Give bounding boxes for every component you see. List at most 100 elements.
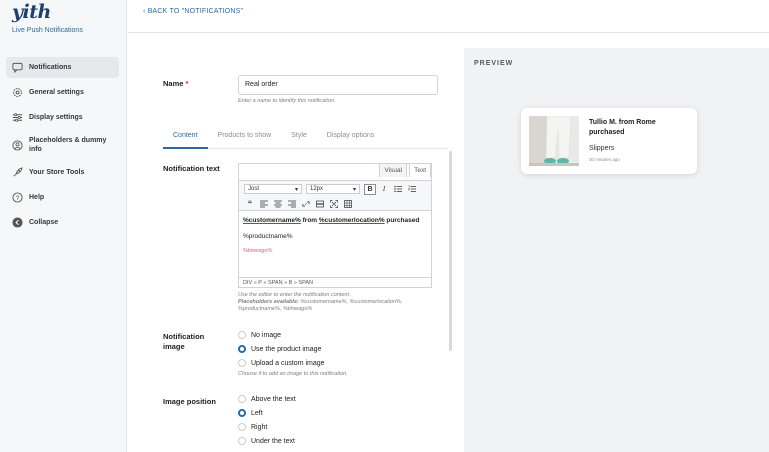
- sidebar-item-store-tools[interactable]: Your Store Tools: [6, 162, 119, 183]
- radio-right[interactable]: Right: [238, 422, 267, 432]
- tab-style[interactable]: Style: [281, 130, 317, 149]
- radio-label: Left: [251, 409, 263, 417]
- editor-text: from: [300, 217, 319, 224]
- collapse-icon: [12, 217, 23, 228]
- radio-button[interactable]: [238, 395, 246, 403]
- placeholders-hint-text: %customername%, %customerlocation%,: [298, 299, 403, 305]
- align-left-icon[interactable]: [258, 199, 270, 210]
- radio-button-checked[interactable]: [238, 345, 246, 353]
- radio-label: Right: [251, 423, 268, 431]
- radio-left[interactable]: Left: [238, 408, 263, 418]
- font-family-value: Jost: [248, 186, 260, 192]
- sidebar-item-notifications[interactable]: Notifications: [6, 57, 119, 78]
- notification-text-label: Notification text: [163, 164, 220, 173]
- blockquote-icon[interactable]: “: [244, 199, 256, 210]
- preview-title: PREVIEW: [474, 60, 514, 67]
- placeholder-customername: %customername%: [243, 217, 301, 224]
- sidebar-item-general-settings[interactable]: General settings: [6, 82, 119, 103]
- sidebar-item-help[interactable]: ? Help: [6, 187, 119, 208]
- align-right-icon[interactable]: [286, 199, 298, 210]
- editor-mode-tabs: Visual Text: [377, 163, 431, 177]
- sidebar-nav: Notifications General settings Display s…: [6, 57, 119, 237]
- editor-tab-text[interactable]: Text: [409, 163, 431, 177]
- product-image: [529, 115, 579, 166]
- radio-custom-image[interactable]: Upload a custom image: [238, 358, 325, 368]
- sliders-icon: [12, 112, 23, 123]
- tab-content[interactable]: Content: [163, 130, 208, 149]
- editor-hint: Use the editor to enter the notification…: [238, 292, 351, 298]
- radio-button[interactable]: [238, 437, 246, 445]
- name-label: Name *: [163, 79, 188, 89]
- caret-down-icon: ▾: [352, 186, 356, 193]
- placeholders-hint: Placeholders available: %customername%, …: [238, 299, 402, 306]
- main-content: ‹ BACK TO "NOTIFICATIONS" Name * Real or…: [128, 0, 769, 452]
- editor-tab-visual[interactable]: Visual: [379, 163, 408, 177]
- editor-toolbar: Jost ▾ 12px ▾ B I “: [239, 180, 431, 211]
- sidebar: yith Live Push Notifications Notificatio…: [0, 0, 127, 452]
- svg-text:?: ?: [16, 195, 20, 202]
- notification-image-label: Notification image: [163, 332, 205, 351]
- radio-label: Use the product image: [251, 345, 322, 353]
- radio-no-image[interactable]: No image: [238, 330, 281, 340]
- tab-display-options[interactable]: Display options: [317, 130, 384, 149]
- font-size-value: 12px: [310, 186, 324, 192]
- sidebar-item-label: Placeholders & dummy info: [29, 137, 107, 153]
- fullscreen-icon[interactable]: [328, 199, 340, 210]
- preview-panel: PREVIEW Tullio M. from Rome purchased Sl…: [464, 48, 769, 452]
- person-icon: [12, 139, 23, 151]
- editor-text: purchased: [384, 217, 420, 224]
- radio-label: No image: [251, 331, 281, 339]
- back-link[interactable]: ‹ BACK TO "NOTIFICATIONS": [143, 8, 243, 15]
- link-icon[interactable]: [300, 199, 312, 210]
- italic-icon[interactable]: I: [378, 184, 390, 195]
- radio-button-checked[interactable]: [238, 409, 246, 417]
- editor-element-path: DIV » P » SPAN » B » SPAN: [239, 277, 431, 287]
- placeholders-hint-label: Placeholders available:: [238, 299, 299, 305]
- radio-above-text[interactable]: Above the text: [238, 394, 296, 404]
- sidebar-item-label: Display settings: [29, 114, 83, 121]
- bold-icon[interactable]: B: [364, 183, 376, 195]
- editor-content[interactable]: %customername% from %customerlocation% p…: [243, 216, 428, 254]
- image-hint: Choose if to add an image to this notifi…: [238, 371, 348, 377]
- radio-label: Above the text: [251, 395, 296, 403]
- radio-button[interactable]: [238, 423, 246, 431]
- sidebar-item-label: Your Store Tools: [29, 169, 85, 176]
- back-link-label: BACK TO "NOTIFICATIONS": [147, 8, 244, 15]
- notification-preview-card: Tullio M. from Rome purchased Slippers 3…: [521, 108, 697, 174]
- tab-products-to-show[interactable]: Products to show: [208, 130, 282, 149]
- editor-line-3: %timeago%: [243, 248, 273, 254]
- gear-icon: [12, 87, 23, 98]
- placeholder-customerlocation: %customerlocation%: [318, 217, 385, 224]
- radio-button[interactable]: [238, 359, 246, 367]
- required-marker: *: [185, 79, 189, 88]
- radio-button[interactable]: [238, 331, 246, 339]
- font-size-select[interactable]: 12px ▾: [306, 184, 360, 194]
- sidebar-item-label: General settings: [29, 89, 84, 96]
- sidebar-item-collapse[interactable]: Collapse: [6, 212, 119, 233]
- image-position-label: Image position: [163, 397, 216, 406]
- toolbar-toggle-icon[interactable]: [342, 199, 354, 210]
- sidebar-item-display-settings[interactable]: Display settings: [6, 107, 119, 128]
- bullet-list-icon[interactable]: [392, 184, 404, 195]
- notification-time: 30 minutes ago: [589, 157, 620, 162]
- font-family-select[interactable]: Jost ▾: [244, 184, 302, 194]
- yith-logo[interactable]: yith: [12, 1, 51, 23]
- radio-product-image[interactable]: Use the product image: [238, 344, 321, 354]
- rocket-icon: [12, 167, 23, 178]
- sidebar-item-label: Notifications: [29, 64, 72, 71]
- form-scrollbar[interactable]: [449, 151, 452, 351]
- numbered-list-icon[interactable]: [406, 184, 418, 195]
- align-center-icon[interactable]: [272, 199, 284, 210]
- name-input[interactable]: Real order: [238, 75, 438, 95]
- horizontal-rule-icon[interactable]: [314, 199, 326, 210]
- plugin-name: Live Push Notifications: [12, 27, 83, 34]
- radio-under-text[interactable]: Under the text: [238, 436, 295, 446]
- name-label-text: Name: [163, 79, 184, 88]
- editor-line-1: %customername% from %customerlocation% p…: [243, 216, 428, 225]
- help-icon: ?: [12, 192, 23, 203]
- sidebar-item-placeholders[interactable]: Placeholders & dummy info: [6, 132, 119, 158]
- rich-text-editor: Visual Text Jost ▾ 12px ▾ B I “ %custome…: [238, 163, 432, 288]
- radio-label: Under the text: [251, 437, 295, 445]
- caret-down-icon: ▾: [294, 186, 298, 193]
- placeholders-hint-cont: %productname%, %timeago%: [238, 306, 313, 312]
